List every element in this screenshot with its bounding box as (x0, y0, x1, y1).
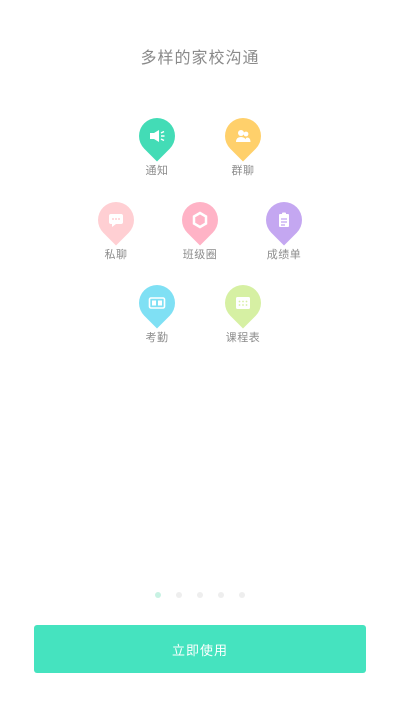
feature-label: 考勤 (145, 331, 169, 344)
feature-notice: 通知 (122, 110, 192, 178)
feature-label: 群聊 (231, 164, 255, 177)
start-using-button[interactable]: 立即使用 (34, 625, 366, 673)
clipboard-icon (279, 212, 289, 227)
group-icon (236, 130, 251, 142)
page-dot-active[interactable] (155, 592, 161, 598)
attendance-pin (131, 277, 183, 329)
page-dot[interactable] (176, 592, 182, 598)
page-dot[interactable] (197, 592, 203, 598)
page-dot[interactable] (218, 592, 224, 598)
private-chat-pin (90, 194, 142, 246)
feature-label: 课程表 (225, 331, 261, 344)
feature-class-circle: 班级圈 (165, 194, 235, 262)
class-circle-pin (174, 194, 226, 246)
onboarding-screen: 多样的家校沟通 通知 群聊 私聊 班级圈 成绩单 考勤 课程表 立即使用 (0, 0, 400, 711)
feature-label: 班级圈 (182, 248, 218, 261)
calendar-grid-icon (236, 297, 250, 309)
report-card-pin (258, 194, 310, 246)
hexagon-icon (192, 211, 208, 229)
page-indicator (0, 592, 400, 598)
clock-display-icon (148, 297, 166, 309)
feature-timetable: 课程表 (208, 277, 278, 345)
page-title: 多样的家校沟通 (140, 48, 260, 67)
feature-label: 私聊 (104, 248, 128, 261)
feature-label: 通知 (145, 164, 169, 177)
page-dot[interactable] (239, 592, 245, 598)
group-chat-pin (217, 110, 269, 162)
notice-pin (131, 110, 183, 162)
chat-bubble-icon (109, 214, 123, 227)
feature-private-chat: 私聊 (81, 194, 151, 262)
megaphone-icon (150, 130, 165, 142)
feature-label: 成绩单 (266, 248, 302, 261)
timetable-pin (217, 277, 269, 329)
feature-report-card: 成绩单 (249, 194, 319, 262)
feature-group-chat: 群聊 (208, 110, 278, 178)
feature-attendance: 考勤 (122, 277, 192, 345)
